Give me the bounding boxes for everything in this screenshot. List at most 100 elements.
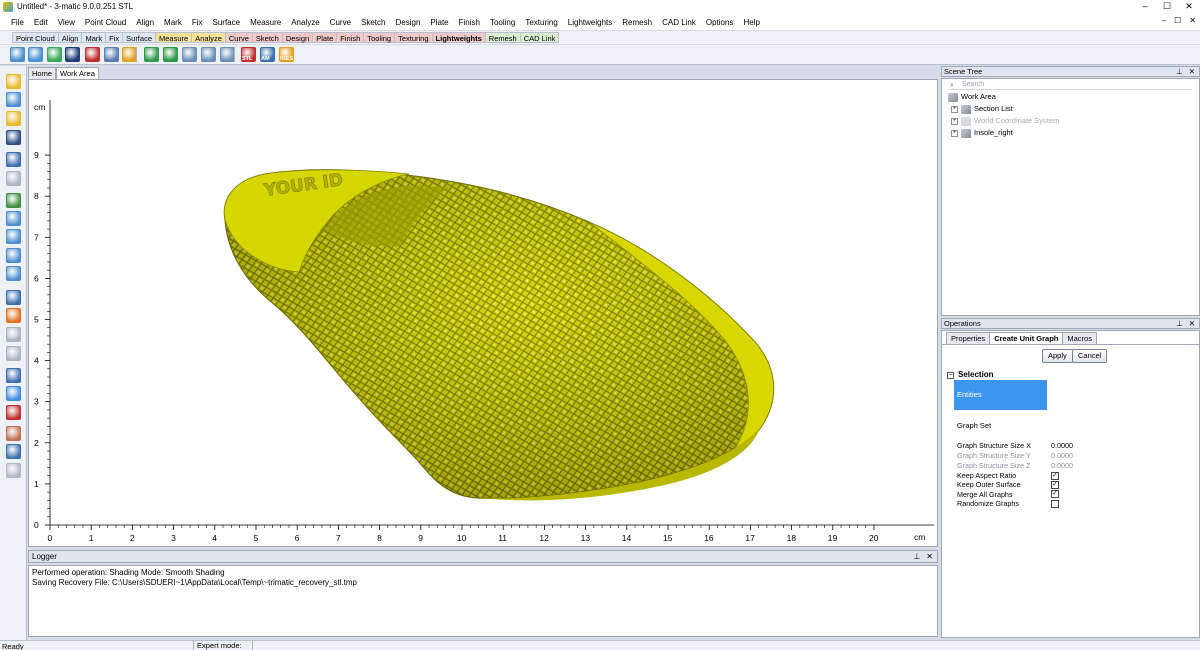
render-icon[interactable] (6, 327, 21, 342)
shading-icon[interactable] (6, 308, 21, 323)
menu-cad-link[interactable]: CAD Link (657, 18, 701, 27)
graph-set-label[interactable]: Graph Set (957, 421, 991, 430)
option-checkbox[interactable]: ✓ (1051, 490, 1059, 499)
doc-tab-work-area[interactable]: Work Area (56, 67, 99, 79)
tab-cad-link[interactable]: CAD Link (519, 32, 560, 43)
logger-close-icon[interactable]: ✕ (926, 551, 933, 563)
ops-tab-properties[interactable]: Properties (946, 332, 991, 344)
size-value-field[interactable]: 0.0000 (1051, 441, 1073, 450)
pan-icon[interactable] (6, 211, 21, 226)
axis-icon[interactable] (6, 426, 21, 441)
cube-view-icon[interactable] (6, 368, 21, 383)
export-am-icon[interactable]: AM (260, 47, 275, 62)
collapse-icon[interactable]: − (947, 372, 954, 379)
selection-section[interactable]: − Selection (947, 370, 994, 379)
section-icon[interactable] (6, 346, 21, 361)
menu-point-cloud[interactable]: Point Cloud (80, 18, 131, 27)
graph-icon-2[interactable] (28, 47, 43, 62)
scene-tree-search[interactable]: ⌕ Search (949, 80, 1192, 90)
tab-plate[interactable]: Plate (312, 32, 337, 43)
expand-icon[interactable]: + (951, 117, 958, 125)
doc-minimize-button[interactable]: – (1162, 16, 1166, 25)
new-file-icon[interactable] (6, 92, 21, 107)
tab-curve[interactable]: Curve (224, 32, 252, 43)
menu-plate[interactable]: Plate (425, 18, 453, 27)
doc-close-button[interactable]: ✕ (1189, 16, 1196, 25)
menu-mark[interactable]: Mark (159, 18, 187, 27)
graph-icon-1[interactable] (10, 47, 25, 62)
scene-node[interactable]: + Section List (951, 104, 1013, 114)
expand-icon[interactable]: + (951, 105, 958, 113)
arrow-import-icon[interactable] (122, 47, 137, 62)
tab-surface[interactable]: Surface (122, 32, 155, 43)
rotate-icon[interactable] (6, 229, 21, 244)
logger-pin-icon[interactable]: ⊥ (913, 551, 920, 563)
work-area-viewport[interactable]: 0 1 2 3 4 5 6 7 8 9 10 11 12 13 14 15 16 17 18 19 20 0123456… (28, 79, 938, 547)
tab-texturing[interactable]: Texturing (394, 32, 432, 43)
undo-icon[interactable] (6, 152, 21, 167)
apply-button[interactable]: Apply (1042, 349, 1073, 363)
view-icon[interactable] (6, 290, 21, 305)
select-icon[interactable] (6, 193, 21, 208)
scene-node[interactable]: Work Area (948, 92, 996, 102)
menu-analyze[interactable]: Analyze (286, 18, 324, 27)
maximize-button[interactable]: ☐ (1160, 1, 1174, 12)
graph-icon-5[interactable] (85, 47, 100, 62)
menu-curve[interactable]: Curve (325, 18, 356, 27)
doc-tab-home[interactable]: Home (28, 67, 57, 79)
minimize-button[interactable]: – (1138, 1, 1152, 12)
expand-icon[interactable]: + (951, 129, 958, 137)
size-value-field[interactable]: 0.0000 (1051, 461, 1073, 470)
entities-field[interactable]: Entities (954, 380, 1047, 410)
graph-icon-4[interactable] (65, 47, 80, 62)
scene-tree-pin-icon[interactable]: ⊥ (1176, 67, 1183, 77)
graph-icon-3[interactable] (47, 47, 62, 62)
tab-align[interactable]: Align (57, 32, 82, 43)
cancel-button[interactable]: Cancel (1072, 349, 1108, 363)
tab-lightweights[interactable]: Lightweights (431, 32, 485, 43)
ops-tab-create-unit-graph[interactable]: Create Unit Graph (989, 332, 1064, 344)
ops-tab-macros[interactable]: Macros (1062, 332, 1097, 344)
graph-icon-6[interactable] (104, 47, 119, 62)
tab-analyze[interactable]: Analyze (191, 32, 225, 43)
menu-sketch[interactable]: Sketch (356, 18, 390, 27)
zoom-fit-icon[interactable] (6, 266, 21, 281)
menu-lightweights[interactable]: Lightweights (563, 18, 617, 27)
option-checkbox[interactable] (1051, 499, 1059, 508)
tab-fix[interactable]: Fix (105, 32, 123, 43)
menu-tooling[interactable]: Tooling (485, 18, 520, 27)
expert-mode-status[interactable]: Expert mode: OFF (193, 641, 253, 650)
lattice-icon-2[interactable] (163, 47, 178, 62)
lattice-icon-3[interactable] (182, 47, 197, 62)
menu-design[interactable]: Design (390, 18, 425, 27)
tab-point-cloud[interactable]: Point Cloud (12, 32, 58, 43)
grid-icon[interactable] (6, 463, 21, 478)
menu-file[interactable]: File (6, 18, 29, 27)
option-checkbox[interactable]: ✓ (1051, 480, 1059, 489)
option-checkbox[interactable]: ✓ (1051, 471, 1059, 480)
tab-design[interactable]: Design (281, 32, 313, 43)
menu-surface[interactable]: Surface (208, 18, 246, 27)
operations-pin-icon[interactable]: ⊥ (1176, 319, 1183, 329)
lattice-icon-4[interactable] (201, 47, 216, 62)
scene-tree-close-icon[interactable]: ✕ (1189, 67, 1195, 77)
doc-maximize-button[interactable]: ☐ (1174, 16, 1181, 25)
menu-view[interactable]: View (53, 18, 80, 27)
menu-finish[interactable]: Finish (454, 18, 485, 27)
tab-measure[interactable]: Measure (155, 32, 192, 43)
menu-fix[interactable]: Fix (187, 18, 208, 27)
menu-texturing[interactable]: Texturing (520, 18, 562, 27)
close-button[interactable]: ✕ (1182, 1, 1196, 12)
tab-finish[interactable]: Finish (336, 32, 364, 43)
menu-help[interactable]: Help (738, 18, 764, 27)
viewport-canvas[interactable]: 0 1 2 3 4 5 6 7 8 9 10 11 12 13 14 15 16 17 18 19 20 0123456… (29, 80, 938, 547)
export-iges-icon[interactable]: IGES (279, 47, 294, 62)
scene-node[interactable]: + Insole_right (951, 128, 1013, 138)
tab-remesh[interactable]: Remesh (484, 32, 520, 43)
scene-node[interactable]: + World Coordinate System (951, 116, 1059, 126)
measure-icon[interactable] (6, 444, 21, 459)
menu-align[interactable]: Align (131, 18, 159, 27)
tab-sketch[interactable]: Sketch (251, 32, 282, 43)
insole-model[interactable]: YOUR ID (223, 169, 775, 501)
tab-tooling[interactable]: Tooling (363, 32, 395, 43)
